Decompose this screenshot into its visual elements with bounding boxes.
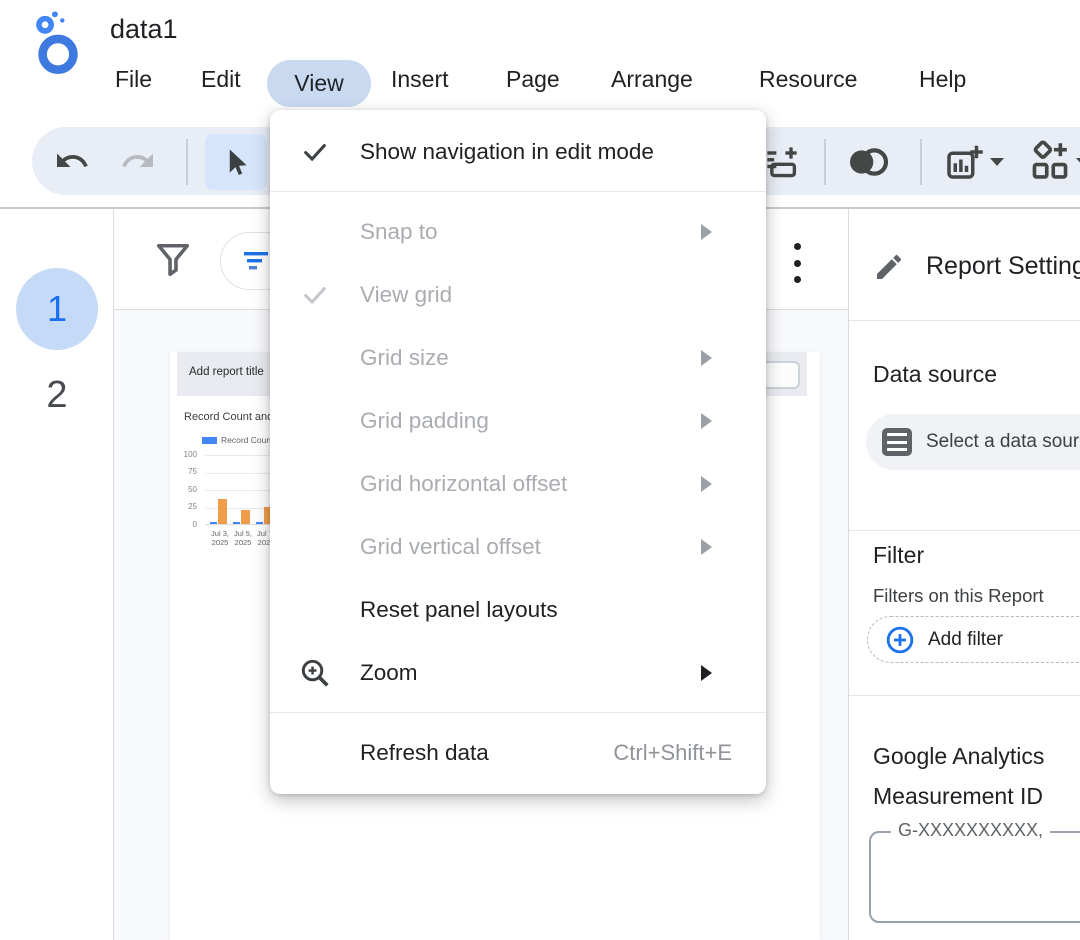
page-item-1[interactable]: 1	[16, 268, 98, 350]
legend-label-record-count: Record Count	[221, 435, 273, 445]
y-tick: 0	[175, 520, 197, 529]
menu-item-grid-horizontal-offset: Grid horizontal offset	[270, 452, 766, 515]
select-tool-button[interactable]	[205, 134, 267, 190]
view-dropdown-menu: Show navigation in edit mode Snap to Vie…	[270, 110, 766, 794]
legend-swatch-record-count	[202, 437, 217, 444]
filter-heading: Filter	[873, 542, 924, 569]
properties-panel: Report Settings Data source Select a dat…	[848, 209, 1080, 940]
more-options-button[interactable]	[790, 243, 804, 283]
menu-page[interactable]: Page	[506, 66, 560, 93]
undo-icon	[54, 143, 90, 179]
looker-studio-logo-icon	[33, 10, 83, 74]
blend-data-button[interactable]	[842, 144, 894, 180]
menu-item-refresh-data[interactable]: Refresh data Ctrl+Shift+E	[270, 721, 766, 784]
filters-subheading: Filters on this Report	[873, 585, 1044, 607]
kebab-icon	[794, 243, 801, 250]
panel-title: Report Settings	[926, 252, 1080, 281]
ga-measurement-id-field[interactable]	[869, 831, 1080, 923]
page-item-2[interactable]: 2	[16, 374, 98, 417]
menu-item-reset-panel-layouts[interactable]: Reset panel layouts	[270, 578, 766, 641]
menu-shortcut: Ctrl+Shift+E	[613, 740, 732, 766]
filter-lines-icon	[243, 251, 269, 271]
y-tick: 100	[175, 450, 197, 459]
add-filter-button[interactable]: Add filter	[867, 616, 1080, 663]
filter-funnel-icon	[154, 239, 192, 281]
menu-item-view-grid: View grid	[270, 263, 766, 326]
menu-help[interactable]: Help	[919, 66, 966, 93]
y-tick: 50	[175, 485, 197, 494]
submenu-arrow-icon	[701, 665, 712, 681]
add-control-button[interactable]	[1028, 140, 1080, 184]
select-cursor-icon	[222, 147, 250, 177]
submenu-arrow-icon	[701, 476, 712, 492]
menu-item-snap-to: Snap to	[270, 200, 766, 263]
zoom-in-icon	[299, 657, 331, 689]
pencil-icon	[873, 251, 905, 283]
menu-edit[interactable]: Edit	[201, 66, 241, 93]
add-control-icon	[1028, 140, 1072, 184]
ga-measurement-heading: Google Analytics Measurement ID	[873, 736, 1080, 816]
toolbar-separator	[186, 139, 188, 185]
menu-item-show-navigation-in-edit-mode[interactable]: Show navigation in edit mode	[270, 120, 766, 183]
undo-button[interactable]	[54, 143, 90, 179]
redo-button[interactable]	[120, 143, 156, 179]
chevron-down-icon	[1076, 158, 1080, 166]
submenu-arrow-icon	[701, 413, 712, 429]
toolbar-separator	[920, 139, 922, 185]
report-title-placeholder: Add report title	[189, 366, 264, 378]
menu-insert[interactable]: Insert	[391, 66, 449, 93]
menu-file[interactable]: File	[115, 66, 152, 93]
menu-divider	[270, 712, 766, 713]
add-chart-icon	[944, 142, 984, 182]
menu-arrange[interactable]: Arrange	[611, 66, 693, 93]
menu-divider	[270, 191, 766, 192]
y-tick: 25	[175, 502, 197, 511]
ga-measurement-id-input[interactable]	[879, 849, 1080, 872]
add-page-icon	[764, 144, 800, 180]
menu-view[interactable]: View	[267, 60, 371, 107]
page-navigation: 1 2	[0, 209, 114, 940]
document-title[interactable]: data1	[110, 14, 178, 45]
add-page-button[interactable]	[764, 144, 800, 180]
ga-measurement-id-label: G-XXXXXXXXXX,	[891, 820, 1050, 841]
toolbar-separator	[824, 139, 826, 185]
redo-icon	[120, 143, 156, 179]
submenu-arrow-icon	[701, 224, 712, 240]
data-source-heading: Data source	[873, 361, 997, 388]
y-tick: 75	[175, 467, 197, 476]
menu-item-zoom[interactable]: Zoom	[270, 641, 766, 704]
submenu-arrow-icon	[701, 539, 712, 555]
select-data-source-button[interactable]: Select a data source	[866, 414, 1080, 470]
menu-item-grid-size: Grid size	[270, 326, 766, 389]
blend-icon	[842, 144, 894, 180]
submenu-arrow-icon	[701, 350, 712, 366]
add-circle-icon	[886, 626, 914, 654]
menu-resource[interactable]: Resource	[759, 66, 857, 93]
check-icon	[301, 138, 329, 166]
add-chart-button[interactable]	[944, 142, 1004, 182]
menu-item-grid-padding: Grid padding	[270, 389, 766, 452]
chevron-down-icon	[990, 158, 1004, 166]
menu-item-grid-vertical-offset: Grid vertical offset	[270, 515, 766, 578]
data-source-icon	[882, 428, 912, 456]
check-icon	[301, 281, 329, 309]
